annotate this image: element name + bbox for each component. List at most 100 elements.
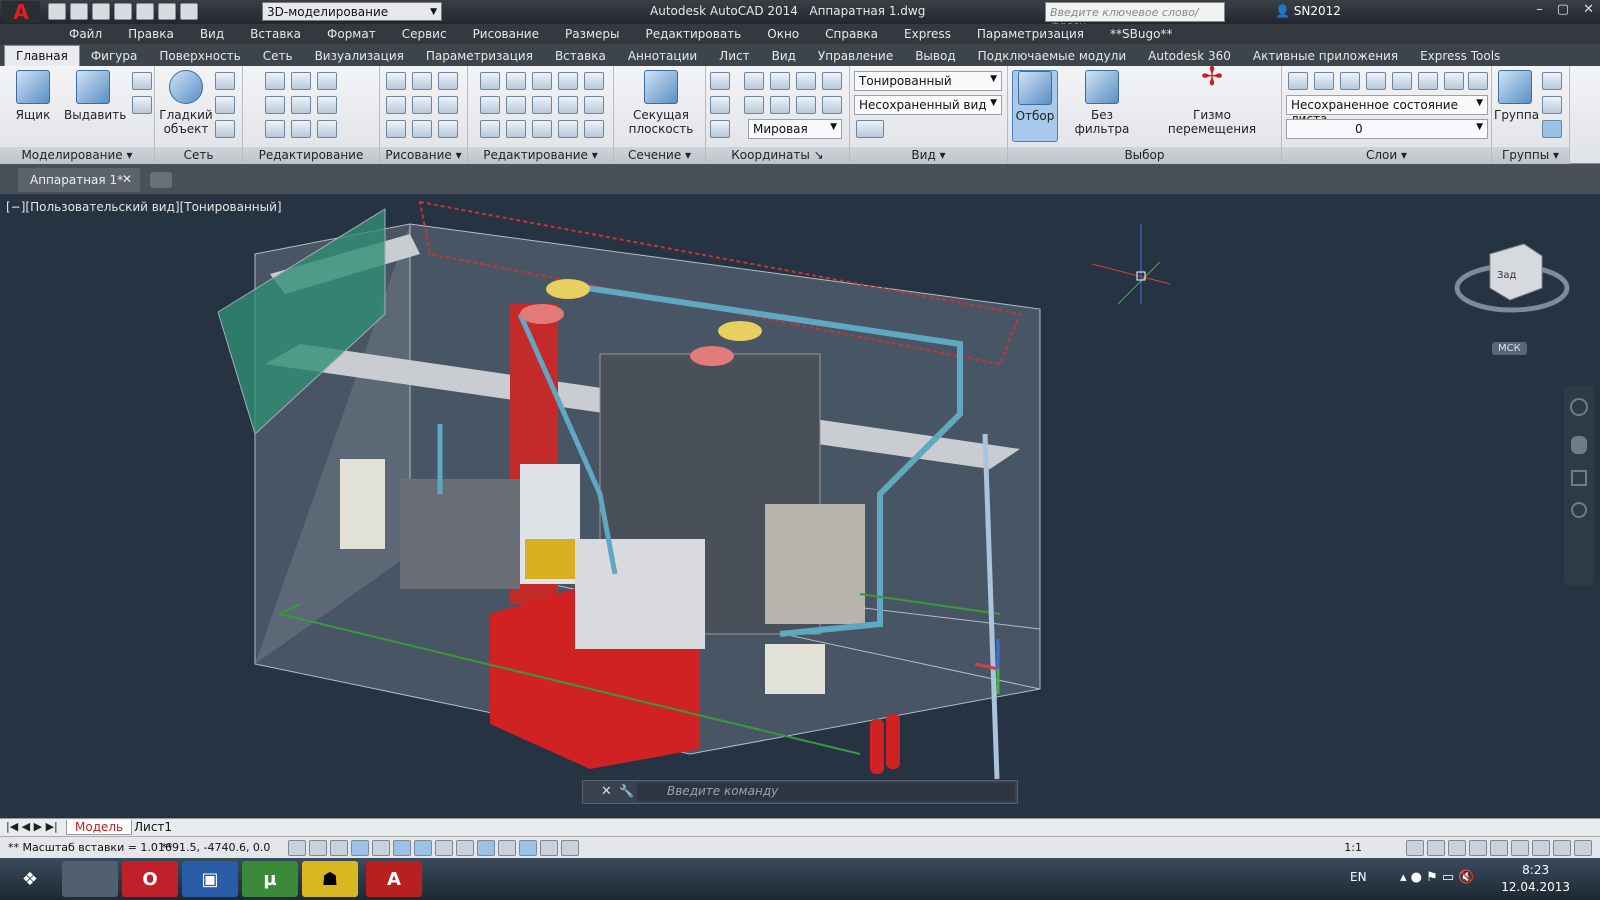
rectangle-icon[interactable] [412, 120, 432, 138]
tab-surface[interactable]: Поверхность [148, 46, 251, 66]
tool-icon[interactable] [317, 96, 337, 114]
tab-insert[interactable]: Вставка [544, 46, 617, 66]
annotation-visibility-icon[interactable] [1448, 840, 1466, 856]
selection-cycling-icon[interactable] [561, 840, 579, 856]
tab-plugins[interactable]: Подключаемые модули [967, 46, 1138, 66]
tool-icon[interactable] [412, 72, 432, 90]
opera-icon[interactable]: O [122, 861, 178, 897]
autocad-taskbar-icon[interactable]: A [366, 861, 422, 897]
tab-apps[interactable]: Активные приложения [1242, 46, 1409, 66]
tool-icon[interactable] [506, 120, 526, 138]
tab-parametric[interactable]: Параметризация [415, 46, 544, 66]
tool-icon[interactable] [796, 96, 816, 114]
tool-icon[interactable] [822, 96, 842, 114]
dyn-icon[interactable] [477, 840, 495, 856]
ellipse-icon[interactable] [438, 120, 458, 138]
lock-icon[interactable] [1511, 840, 1529, 856]
pan-icon[interactable] [1571, 436, 1587, 454]
close-icon[interactable]: ✕ [122, 172, 132, 186]
menu-item[interactable]: Размеры [552, 27, 633, 41]
smooth-object-button[interactable]: Гладкий объект [157, 70, 215, 136]
tab-view[interactable]: Вид [761, 46, 807, 66]
tool-icon[interactable] [796, 72, 816, 90]
tab-manage[interactable]: Управление [807, 46, 904, 66]
app-menu-button[interactable]: A [2, 0, 40, 24]
search-input[interactable]: Введите ключевое слово/фразу [1045, 2, 1225, 32]
circle-icon[interactable] [438, 96, 458, 114]
save-icon[interactable] [92, 3, 110, 20]
tab-output[interactable]: Вывод [904, 46, 966, 66]
tool-icon[interactable] [215, 72, 235, 90]
utorrent-icon[interactable]: µ [242, 861, 298, 897]
open-icon[interactable] [70, 3, 88, 20]
command-input[interactable]: Введите команду [637, 783, 1015, 801]
tool-icon[interactable] [744, 96, 764, 114]
panel-title[interactable]: Редактирование тела ▾ [243, 147, 379, 179]
tool-icon[interactable] [822, 72, 842, 90]
array-icon[interactable] [584, 120, 604, 138]
tool-icon[interactable] [412, 96, 432, 114]
tool-icon[interactable] [1542, 96, 1562, 114]
tool-icon[interactable] [1468, 72, 1488, 90]
tab-render[interactable]: Визуализация [304, 46, 415, 66]
polygon-icon[interactable] [386, 120, 406, 138]
tool-icon[interactable] [1314, 72, 1334, 90]
tool-icon[interactable] [1542, 120, 1562, 138]
ucs-icon[interactable] [710, 72, 730, 90]
tab-sheet1[interactable]: Лист1 [126, 820, 180, 834]
infer-constraints-icon[interactable] [288, 840, 306, 856]
tool-icon[interactable] [291, 120, 311, 138]
section-plane-button[interactable]: Секущая плоскость [628, 70, 694, 136]
extrude-button[interactable]: Выдавить [64, 70, 126, 122]
tool-icon[interactable] [291, 72, 311, 90]
tool-icon[interactable] [532, 120, 552, 138]
panel-title[interactable]: Вид ▾ [850, 147, 1007, 164]
menu-item[interactable]: Окно [754, 27, 812, 41]
tool-icon[interactable] [480, 72, 500, 90]
grid-icon[interactable] [330, 840, 348, 856]
workspace-gear-icon[interactable] [1490, 840, 1508, 856]
coordinates-readout[interactable]: 1691.5, -4740.6, 0.0 [158, 841, 270, 854]
tool-icon[interactable] [480, 120, 500, 138]
language-indicator[interactable]: EN [1350, 870, 1367, 884]
union-icon[interactable] [265, 72, 285, 90]
box-button[interactable]: Ящик [4, 70, 62, 122]
menu-item[interactable]: Рисование [460, 27, 552, 41]
zoom-icon[interactable] [1571, 470, 1587, 486]
tool-icon[interactable] [132, 72, 152, 90]
orbit-icon[interactable] [1571, 502, 1587, 518]
lineweight-icon[interactable] [498, 840, 516, 856]
panel-title[interactable]: Слои ▾ [1282, 147, 1491, 164]
layout-icon[interactable] [1427, 840, 1445, 856]
model-icon[interactable] [1406, 840, 1424, 856]
new-tab-button[interactable] [150, 172, 172, 188]
polar-icon[interactable] [372, 840, 390, 856]
tool-icon[interactable] [1340, 72, 1360, 90]
close-icon[interactable]: ✕ [1583, 2, 1594, 17]
tool-icon[interactable] [584, 96, 604, 114]
tool-icon[interactable] [558, 72, 578, 90]
visual-style-select[interactable]: Тонированный ▼ [854, 71, 1002, 91]
menu-item[interactable]: Справка [812, 27, 891, 41]
save-app-icon[interactable]: ▣ [182, 861, 238, 897]
tool-icon[interactable] [317, 120, 337, 138]
tab-autodesk-360[interactable]: Autodesk 360 [1137, 46, 1242, 66]
wrench-icon[interactable]: 🔧 [619, 784, 634, 798]
menu-item[interactable]: Редактировать [633, 27, 755, 41]
tool-icon[interactable] [558, 96, 578, 114]
workspace-select[interactable]: 3D-моделирование ▼ [262, 2, 442, 21]
tab-model[interactable]: Модель [66, 820, 133, 835]
transparency-icon[interactable] [519, 840, 537, 856]
ucs-menu[interactable]: МСК [1492, 342, 1527, 355]
tool-icon[interactable] [291, 96, 311, 114]
panel-title[interactable]: Сечение ▾ [614, 147, 705, 164]
bat-app-icon[interactable]: ☗ [302, 861, 358, 897]
layer-state-select[interactable]: Несохраненное состояние листа▼ [1286, 95, 1488, 126]
ortho-icon[interactable] [351, 840, 369, 856]
isolate-objects-icon[interactable] [1553, 840, 1571, 856]
rotate-icon[interactable] [532, 96, 552, 114]
view-cube[interactable]: Зад МСК [1452, 230, 1572, 360]
tool-icon[interactable] [506, 72, 526, 90]
tool-icon[interactable] [1444, 72, 1464, 90]
ducs-icon[interactable] [456, 840, 474, 856]
